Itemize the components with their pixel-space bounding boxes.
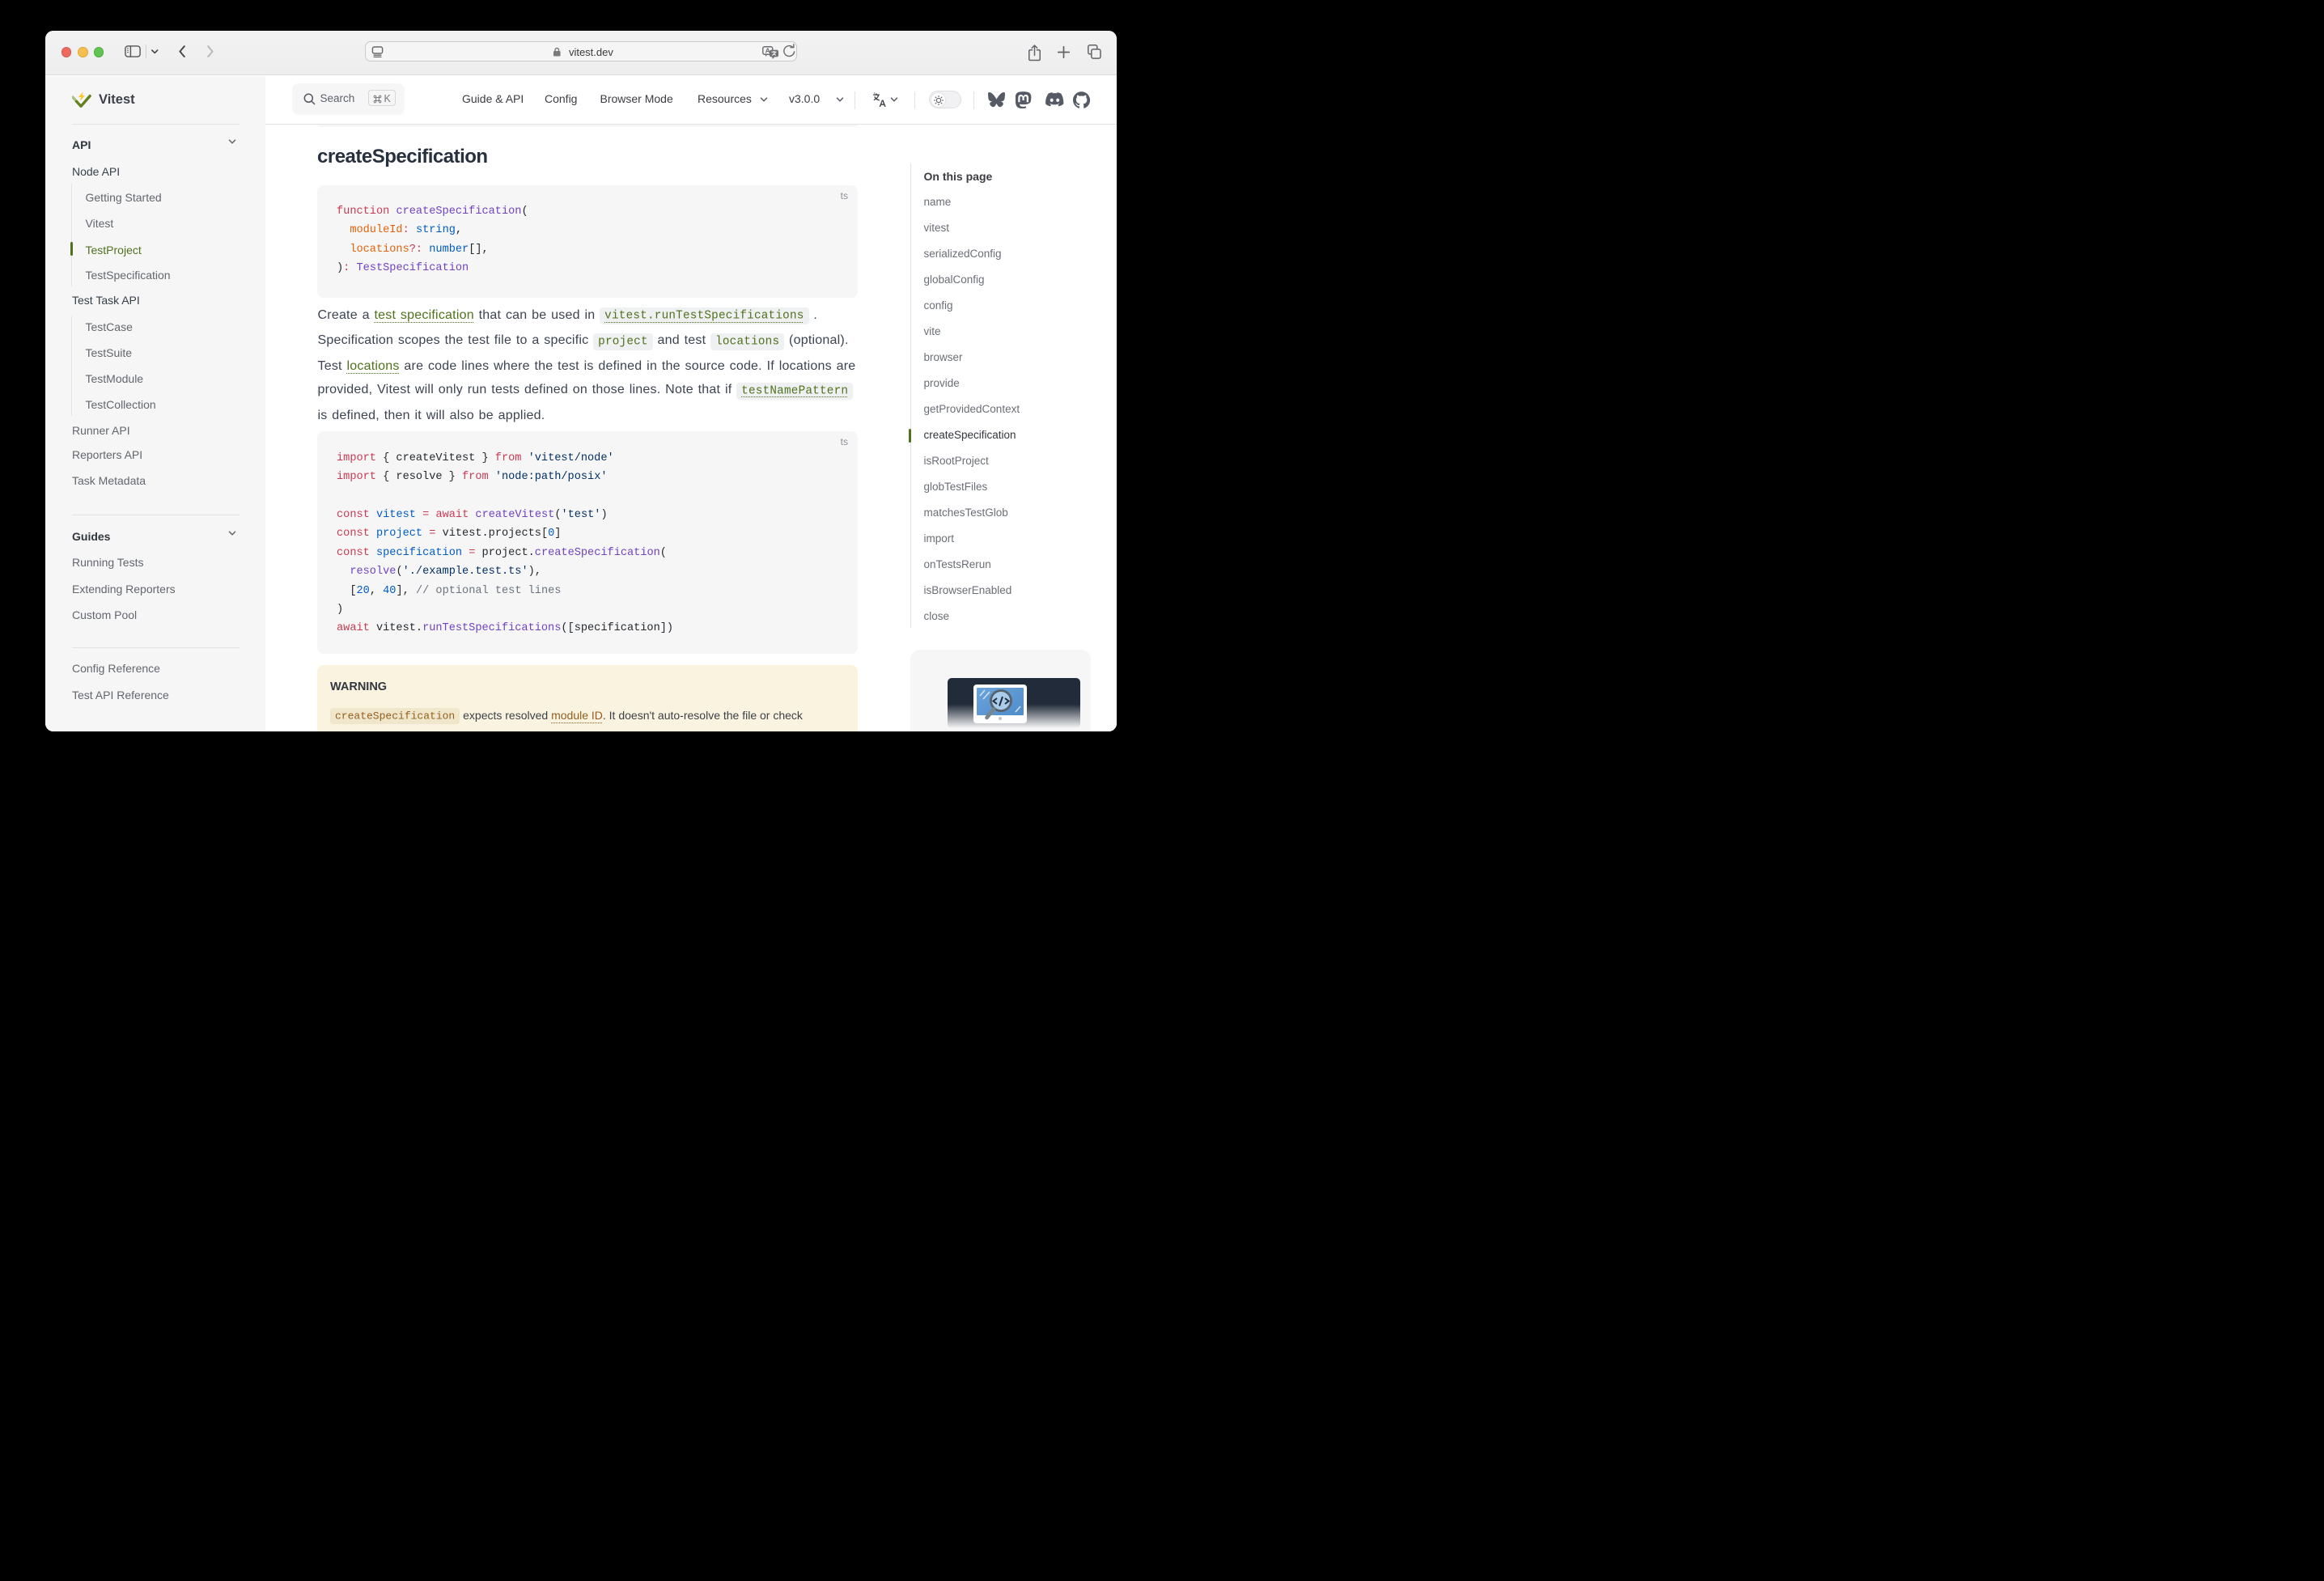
svg-text:A: A (765, 47, 770, 55)
